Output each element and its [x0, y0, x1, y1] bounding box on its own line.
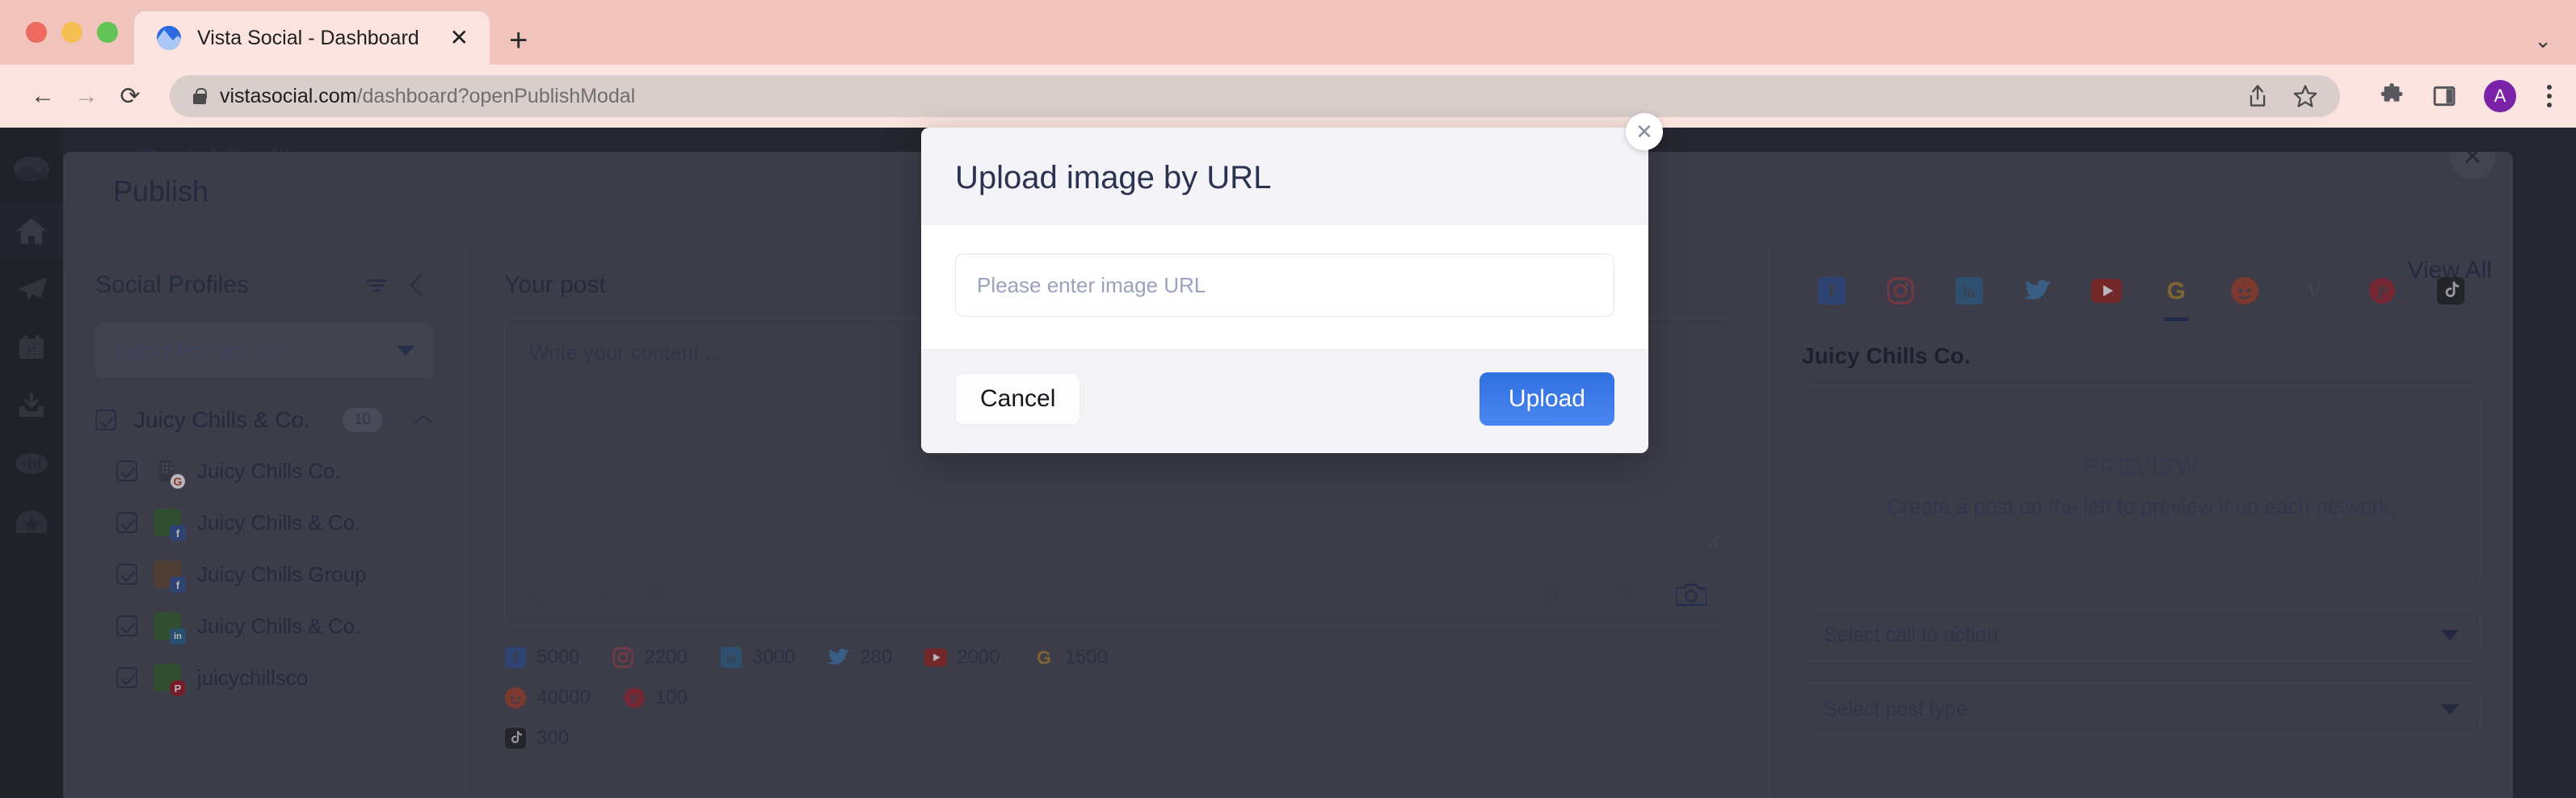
modal-footer: Cancel Upload	[921, 349, 1648, 453]
browser-toolbar: ← → ⟳ vistasocial.com/dashboard?openPubl…	[0, 65, 2576, 128]
close-window-button[interactable]	[26, 22, 47, 43]
modal-title: Upload image by URL	[955, 160, 1272, 195]
browser-right-actions: A	[2358, 80, 2555, 112]
new-tab-button[interactable]: +	[509, 24, 528, 57]
tab-list-chevron-down-icon[interactable]: ⌄	[2534, 28, 2552, 53]
star-icon[interactable]	[2293, 84, 2317, 108]
cancel-button[interactable]: Cancel	[955, 373, 1081, 425]
minimize-window-button[interactable]	[61, 22, 82, 43]
browser-tab[interactable]: Vista Social - Dashboard ✕	[134, 11, 490, 65]
address-bar-url: vistasocial.com/dashboard?openPublishMod…	[220, 84, 636, 107]
back-button[interactable]: ←	[21, 74, 65, 118]
address-bar-actions	[2246, 84, 2317, 108]
modal-body	[921, 225, 1648, 349]
tab-strip: Vista Social - Dashboard ✕ + ⌄	[0, 0, 2576, 65]
upload-image-by-url-modal: ✕ Upload image by URL Cancel Upload	[921, 113, 1663, 453]
profile-avatar[interactable]: A	[2484, 80, 2516, 112]
lock-icon	[192, 87, 207, 105]
forward-button[interactable]: →	[65, 74, 108, 118]
window-traffic-lights	[19, 0, 134, 65]
reload-button[interactable]: ⟳	[108, 74, 152, 118]
close-icon[interactable]: ✕	[1626, 113, 1663, 150]
address-bar[interactable]: vistasocial.com/dashboard?openPublishMod…	[170, 75, 2340, 117]
upload-button[interactable]: Upload	[1479, 372, 1614, 426]
vista-social-logo-icon	[157, 26, 181, 50]
image-url-input[interactable]	[955, 254, 1614, 317]
modal-header: Upload image by URL	[921, 128, 1648, 225]
share-icon[interactable]	[2246, 84, 2269, 108]
browser-window: Vista Social - Dashboard ✕ + ⌄ ← → ⟳ vis…	[0, 0, 2576, 798]
puzzle-icon[interactable]	[2379, 83, 2405, 109]
tab-title: Vista Social - Dashboard	[197, 26, 419, 49]
maximize-window-button[interactable]	[97, 22, 118, 43]
browser-menu-kebab-icon[interactable]	[2544, 82, 2555, 111]
close-tab-button[interactable]: ✕	[445, 27, 474, 49]
side-panel-icon[interactable]	[2432, 84, 2456, 108]
